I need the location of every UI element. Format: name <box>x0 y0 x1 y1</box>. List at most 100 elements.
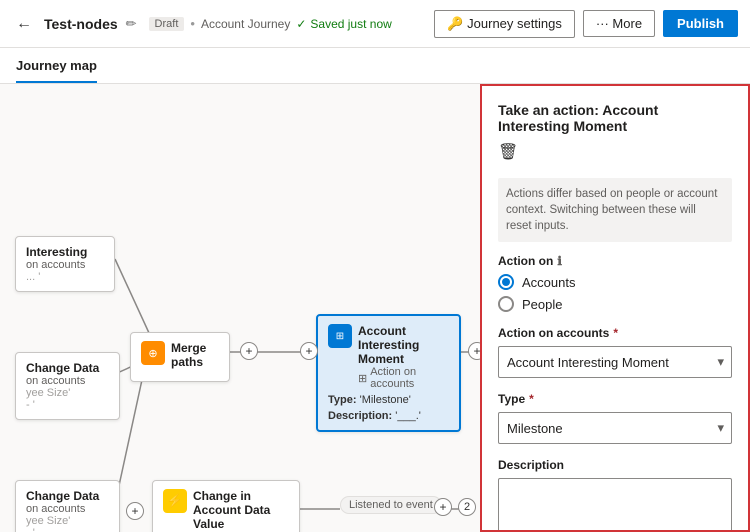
action-on-label: Action on ℹ <box>498 254 732 268</box>
settings-icon: 🔑 <box>447 16 463 32</box>
action-panel: Take an action: Account Interesting Mome… <box>480 84 750 532</box>
change3-label-wrap: Change in Account Data Value ⊞ Account e… <box>193 489 289 532</box>
type-dropdown[interactable]: Milestone <box>498 412 732 444</box>
aim-sub-text: Action on accounts <box>370 366 449 390</box>
node-aim[interactable]: ⊞ Account Interesting Moment ⊞ Action on… <box>316 314 461 432</box>
merge-icon: ⊕ <box>141 341 165 365</box>
app-header: ← Test-nodes ✏ Draft • Account Journey ✓… <box>0 0 750 48</box>
action-dropdown[interactable]: Account Interesting Moment <box>498 346 732 378</box>
node-interesting-sub: on accounts <box>26 259 104 271</box>
aim-sub: ⊞ Action on accounts <box>358 366 449 390</box>
type-label: Type * <box>498 392 732 406</box>
aim-type: Type: 'Milestone' <box>328 394 449 406</box>
change3-icon: ⚡ <box>163 489 187 513</box>
aim-icon: ⊞ <box>328 324 352 348</box>
type-required: * <box>529 392 534 406</box>
change3-title: Change in Account Data Value <box>193 489 289 531</box>
radio-accounts-dot <box>502 278 510 286</box>
back-button[interactable]: ← <box>12 11 36 37</box>
type-group: Type * Milestone ▾ <box>498 392 732 444</box>
num-connector-2[interactable]: 2 <box>458 498 476 516</box>
node-interesting-sub2: ... ' <box>26 271 104 283</box>
change1-title: Change Data <box>26 361 109 375</box>
header-right: 🔑 Journey settings ··· More Publish <box>434 10 738 38</box>
aim-sub-icon: ⊞ <box>358 372 367 385</box>
change2-sub2: yee Size' <box>26 515 109 527</box>
radio-people-circle <box>498 296 514 312</box>
node-merge-header: ⊕ Merge paths <box>141 341 219 369</box>
settings-button[interactable]: 🔑 Journey settings <box>434 10 575 38</box>
type-text: Type <box>498 392 525 406</box>
breadcrumb-sep: • <box>190 16 195 31</box>
journey-label: Account Journey <box>201 17 290 31</box>
check-icon: ✓ <box>296 17 306 31</box>
action-on-text: Action on <box>498 254 553 268</box>
plus-connector-1[interactable]: + <box>240 342 258 360</box>
required-mark: * <box>613 326 618 340</box>
main-content: Interesting on accounts ... ' ⊕ Merge pa… <box>0 84 750 532</box>
radio-accounts-label: Accounts <box>522 275 575 290</box>
description-label: Description <box>498 458 732 472</box>
action-dropdown-wrapper: Account Interesting Moment ▾ <box>498 346 732 378</box>
edit-icon[interactable]: ✏ <box>126 16 137 32</box>
radio-group: Accounts People <box>498 274 732 312</box>
node-interesting[interactable]: Interesting on accounts ... ' <box>15 236 115 292</box>
panel-title: Take an action: Account Interesting Mome… <box>498 102 732 134</box>
draft-badge: Draft <box>149 17 185 31</box>
canvas-connectors <box>0 84 480 532</box>
description-textarea[interactable] <box>498 478 732 532</box>
node-merge-label: Merge paths <box>171 341 219 369</box>
settings-label: Journey settings <box>467 16 562 31</box>
type-dropdown-wrapper: Milestone ▾ <box>498 412 732 444</box>
action-accounts-group: Action on accounts * Account Interesting… <box>498 326 732 378</box>
panel-header: Take an action: Account Interesting Mome… <box>482 86 748 178</box>
action-on-group: Action on ℹ Accounts People <box>498 254 732 312</box>
action-accounts-text: Action on accounts <box>498 326 609 340</box>
change1-sub: on accounts <box>26 375 109 387</box>
saved-text: Saved just now <box>310 17 391 31</box>
merge-title: Merge paths <box>171 341 219 369</box>
change2-title: Change Data <box>26 489 109 503</box>
node-change3[interactable]: ⚡ Change in Account Data Value ⊞ Account… <box>152 480 300 532</box>
panel-body: Actions differ based on people or accoun… <box>482 178 748 532</box>
app-title: Test-nodes <box>44 16 118 32</box>
aim-desc: Description: '___.' <box>328 410 449 422</box>
info-text: Actions differ based on people or accoun… <box>498 178 732 242</box>
radio-people-label: People <box>522 297 562 312</box>
radio-people[interactable]: People <box>498 296 732 312</box>
connector-label-listened: Listened to event <box>340 496 442 514</box>
sub-header: Journey map <box>0 48 750 84</box>
panel-delete: 🗑 <box>498 142 732 162</box>
plus-connector-6[interactable]: + <box>434 498 452 516</box>
description-text: Description <box>498 458 564 472</box>
header-left: ← Test-nodes ✏ Draft • Account Journey ✓… <box>12 11 392 37</box>
change3-header: ⚡ Change in Account Data Value ⊞ Account… <box>163 489 289 532</box>
radio-accounts-circle <box>498 274 514 290</box>
node-interesting-title: Interesting <box>26 245 104 259</box>
aim-header: ⊞ Account Interesting Moment ⊞ Action on… <box>328 324 449 390</box>
node-merge[interactable]: ⊕ Merge paths <box>130 332 230 382</box>
plus-connector-2[interactable]: + <box>300 342 318 360</box>
delete-button[interactable]: 🗑 <box>498 142 518 162</box>
action-accounts-label: Action on accounts * <box>498 326 732 340</box>
radio-accounts[interactable]: Accounts <box>498 274 732 290</box>
change1-sub2: yee Size' <box>26 387 109 399</box>
canvas-area[interactable]: Interesting on accounts ... ' ⊕ Merge pa… <box>0 84 480 532</box>
saved-status: ✓ Saved just now <box>296 17 391 31</box>
more-button[interactable]: ··· More <box>583 10 655 37</box>
plus-connector-5[interactable]: + <box>126 502 144 520</box>
aim-label-wrap: Account Interesting Moment ⊞ Action on a… <box>358 324 449 390</box>
change1-sub3: - ' <box>26 399 109 411</box>
more-label: ··· More <box>596 16 642 31</box>
action-on-info-icon[interactable]: ℹ <box>557 254 562 268</box>
node-change2[interactable]: Change Data on accounts yee Size' - ' <box>15 480 120 532</box>
change2-sub3: - ' <box>26 527 109 532</box>
tab-journey-map[interactable]: Journey map <box>16 50 97 83</box>
plus-connector-3[interactable]: + <box>468 342 480 360</box>
aim-title: Account Interesting Moment <box>358 324 449 366</box>
node-change1[interactable]: Change Data on accounts yee Size' - ' <box>15 352 120 420</box>
breadcrumb: Draft • Account Journey ✓ Saved just now <box>149 16 392 31</box>
description-group: Description Description is recommended f… <box>498 458 732 532</box>
change2-sub: on accounts <box>26 503 109 515</box>
publish-button[interactable]: Publish <box>663 10 738 37</box>
